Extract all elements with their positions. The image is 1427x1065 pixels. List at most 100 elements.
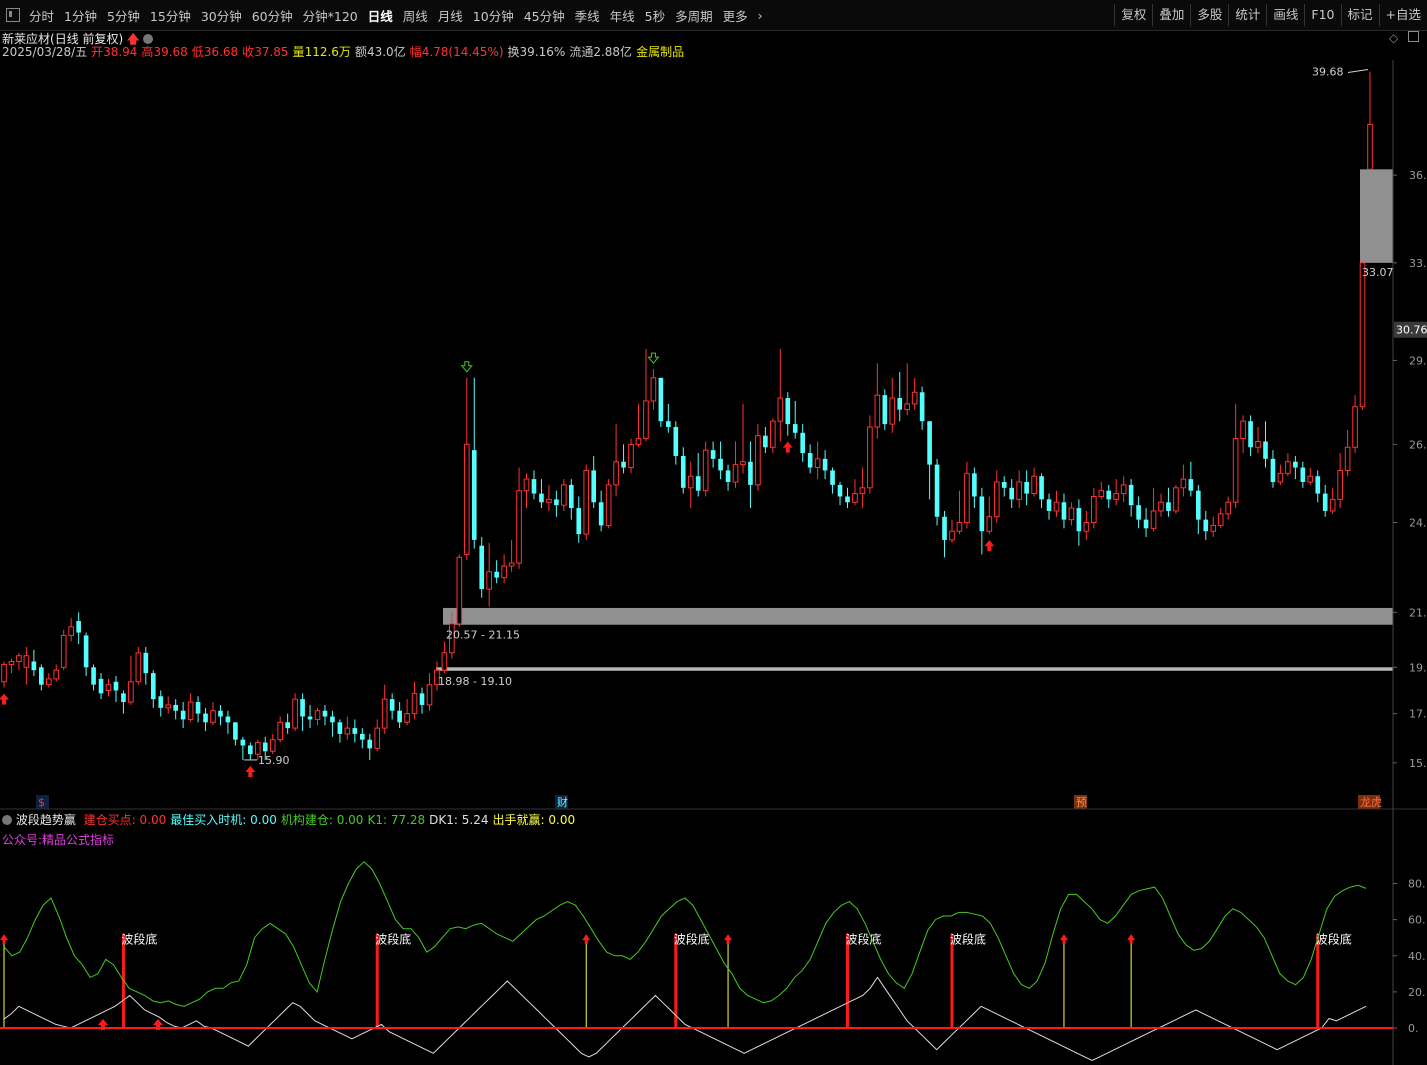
indicator-title[interactable]: 波段趋势赢	[16, 813, 76, 827]
period-tab-11[interactable]: 45分钟	[519, 6, 570, 25]
candle-body	[949, 530, 955, 541]
candle-body	[269, 739, 276, 752]
candle-body	[635, 438, 642, 445]
tool-button-6[interactable]: 标记	[1340, 4, 1379, 26]
zone1-label: 20.57 - 21.15	[446, 629, 520, 642]
period-tab-5[interactable]: 60分钟	[247, 6, 298, 25]
tool-button-2[interactable]: 多股	[1190, 4, 1228, 26]
period-tab-3[interactable]: 15分钟	[145, 6, 196, 25]
candle-body	[1039, 476, 1044, 500]
indicator-chart[interactable]: 波段底 波段底 波段底 波段底 波段底 波段底 80. 60. 40. 20. 0.	[0, 800, 1427, 1065]
candle-body	[1270, 458, 1276, 483]
sell-arrow-icon	[460, 361, 473, 373]
period-tab-1[interactable]: 1分钟	[59, 6, 102, 25]
candle-body	[956, 522, 963, 532]
bottom-signal-label: 波段底	[375, 932, 411, 947]
kline-chart[interactable]: 39.68 33.07 20.57 - 21.15 18.98 - 19.10 15.9…	[0, 60, 1427, 810]
candle-body	[240, 739, 246, 746]
period-tab-14[interactable]: 5秒	[640, 6, 670, 25]
candle-body	[456, 556, 463, 625]
float-value: 2.88亿	[593, 45, 633, 59]
sell-arrow-icon	[647, 352, 660, 364]
tool-button-4[interactable]: 画线	[1266, 4, 1304, 26]
period-tab-13[interactable]: 年线	[605, 6, 640, 25]
tool-button-0[interactable]: 复权	[1114, 4, 1152, 26]
candle-body	[1188, 479, 1194, 491]
candle-body	[1322, 493, 1328, 511]
sector-name[interactable]: 金属制品	[636, 45, 684, 59]
tool-button-7[interactable]: +自选	[1378, 4, 1427, 26]
candle-body	[1136, 505, 1141, 520]
candle-body	[755, 435, 761, 486]
candle-body	[426, 684, 433, 706]
candle-body	[143, 652, 149, 674]
tool-button-5[interactable]: F10	[1304, 4, 1340, 26]
period-tab-16[interactable]: 更多	[718, 6, 753, 25]
period-tab-7[interactable]: 日线	[363, 6, 398, 25]
low-price-label: 15.90	[258, 754, 290, 767]
candle-body	[121, 693, 126, 703]
period-tab-8[interactable]: 周线	[398, 6, 433, 25]
y-tick-label: 15.	[1409, 757, 1427, 770]
up-arrow-icon	[724, 934, 733, 945]
indicator-item-label: K1:	[367, 813, 387, 827]
period-tab-10[interactable]: 10分钟	[468, 6, 519, 25]
period-tab-0[interactable]: 分时	[24, 6, 59, 25]
candle-body	[732, 464, 739, 483]
window-toggle-icon[interactable]	[1408, 31, 1419, 42]
candle-body	[463, 443, 470, 555]
candle-body	[800, 432, 806, 454]
candle-body	[352, 728, 358, 734]
candle-body	[195, 702, 201, 714]
ohlc-info-bar: 2025/03/28/五 开38.94 高39.68 低36.68 收37.85 量11…	[2, 44, 684, 60]
candle-body	[1068, 507, 1075, 521]
current-price-label: 30.76	[1396, 324, 1427, 337]
candle-body	[254, 742, 261, 755]
y-tick-label: 29.	[1409, 354, 1427, 367]
indicator-item-1: 最佳买入时机: 0.00	[170, 813, 277, 827]
candle-body	[531, 479, 537, 494]
candle-body	[91, 667, 96, 685]
y-tick-label: 36.	[1409, 169, 1427, 182]
candle-body	[1150, 510, 1157, 529]
candle-body	[158, 696, 164, 708]
candle-body	[105, 684, 112, 691]
menu-icon[interactable]	[6, 8, 20, 22]
candle-body	[1173, 487, 1179, 512]
candle-body	[904, 403, 911, 411]
candle-body	[173, 704, 178, 711]
period-tab-15[interactable]: 多周期	[670, 6, 718, 25]
chevron-down-icon[interactable]	[143, 34, 154, 44]
candle-body	[964, 472, 970, 524]
indicator-lines	[0, 861, 1393, 1062]
chevron-right-icon[interactable]: ›	[753, 8, 768, 23]
diamond-icon[interactable]: ◇	[1389, 31, 1398, 45]
indicator-item-label: DK1:	[429, 813, 458, 827]
tool-button-1[interactable]: 叠加	[1152, 4, 1190, 26]
tool-button-3[interactable]: 统计	[1228, 4, 1266, 26]
candle-body	[292, 698, 298, 729]
vol-value: 112.6万	[304, 45, 351, 59]
candle-body	[411, 692, 418, 715]
candle-body	[1076, 508, 1082, 532]
high-value: 39.68	[153, 45, 188, 59]
chevron-down-icon[interactable]	[2, 815, 12, 825]
period-tab-4[interactable]: 30分钟	[196, 6, 247, 25]
candle-body	[344, 727, 351, 735]
period-tab-9[interactable]: 月线	[433, 6, 468, 25]
candle-body	[187, 701, 194, 720]
candle-body	[859, 487, 866, 495]
candle-body	[643, 400, 649, 440]
period-tab-2[interactable]: 5分钟	[102, 6, 145, 25]
candle-body	[76, 620, 81, 633]
up-arrow-icon	[582, 934, 591, 945]
period-tab-6[interactable]: 分钟*120	[298, 6, 363, 25]
open-label: 开	[91, 45, 104, 59]
ind-y-tick-label: 60.	[1408, 914, 1426, 927]
close-value: 37.85	[254, 45, 289, 59]
indicator-item-2: 机构建仓: 0.00	[281, 813, 364, 827]
period-tab-12[interactable]: 季线	[570, 6, 605, 25]
up-arrow-icon	[0, 934, 8, 945]
candle-body	[785, 398, 791, 425]
candle-body	[1255, 440, 1261, 448]
